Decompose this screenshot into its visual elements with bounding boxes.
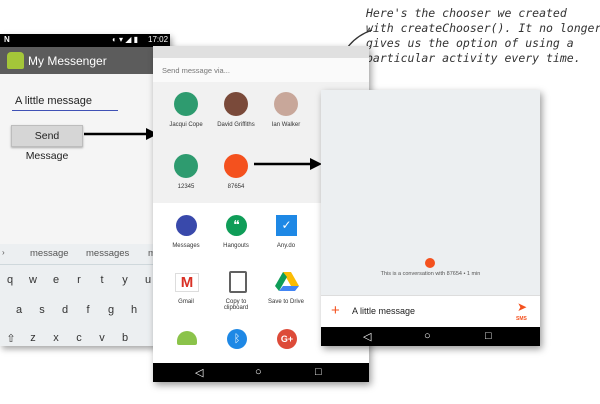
annotation-line: with createChooser(). It no longer <box>366 21 600 35</box>
home-icon[interactable]: ○ <box>424 330 431 342</box>
contact-avatar[interactable] <box>174 92 198 116</box>
message-input[interactable]: A little message <box>12 92 118 111</box>
send-icon[interactable]: ➤ <box>517 300 527 314</box>
key[interactable]: d <box>58 304 72 316</box>
android-icon <box>7 52 24 69</box>
key[interactable]: h <box>127 304 141 316</box>
key[interactable]: b <box>118 332 132 344</box>
gmail-icon[interactable]: M <box>175 273 199 292</box>
app-title: My Messenger <box>28 54 107 68</box>
drive-icon[interactable] <box>275 271 299 291</box>
app-label: Any.do <box>276 243 296 249</box>
key[interactable]: s <box>35 304 49 316</box>
annotation-line: particular activity every time. <box>366 51 581 65</box>
messages-icon[interactable] <box>176 215 197 236</box>
contact-name: 87654 <box>227 184 245 190</box>
status-time: 17:02 <box>148 35 169 44</box>
hangouts-icon[interactable]: ❝ <box>226 215 247 236</box>
phone-conversation: This is a conversation with 87654 • 1 mi… <box>321 90 540 346</box>
contact-name: Jacqui Cope <box>169 122 203 128</box>
flow-arrow <box>84 128 158 140</box>
annotation-line: Here's the chooser we created <box>366 6 567 20</box>
app-bar: My Messenger <box>0 47 170 74</box>
suggestion-item[interactable]: message <box>30 248 69 259</box>
compose-bar: + A little message ➤ SMS <box>321 295 540 328</box>
app-label: Messages <box>172 243 200 249</box>
contact-avatar[interactable] <box>274 92 298 116</box>
status-bar: N ◐ ▾ ◢ ▮ 17:02 <box>0 34 170 47</box>
contact-name: David Griffiths <box>217 122 255 128</box>
signal-icons: ◐ ▾ ◢ ▮ <box>112 35 139 44</box>
key[interactable]: g <box>104 304 118 316</box>
app-label: Copy to clipboard <box>223 299 249 311</box>
contact-name: 12345 <box>177 184 195 190</box>
keyboard: q w e r t y u a s d f g h ⇧ z x c v b <box>0 265 170 346</box>
google-plus-icon[interactable]: G+ <box>277 329 297 349</box>
key[interactable]: t <box>95 274 109 286</box>
key[interactable]: x <box>49 332 63 344</box>
contact-avatar[interactable] <box>174 154 198 178</box>
key[interactable]: f <box>81 304 95 316</box>
key[interactable]: w <box>26 274 40 286</box>
message-input-value: A little message <box>15 95 93 107</box>
nav-bar: ◁ ○ □ <box>153 363 369 382</box>
send-message-button[interactable]: Send Message <box>11 125 83 162</box>
key[interactable]: e <box>49 274 63 286</box>
contact-name: Ian Walker <box>271 122 301 128</box>
notification-icon: N <box>4 35 10 44</box>
conversation-info: This is a conversation with 87654 • 1 mi… <box>380 271 481 277</box>
app-label: Gmail <box>178 299 194 305</box>
annotation-text: Here's the chooser we created with creat… <box>366 6 600 66</box>
copy-icon[interactable] <box>229 271 247 293</box>
suggestion-item[interactable]: messages <box>86 248 129 259</box>
back-icon[interactable]: ◁ <box>195 366 203 379</box>
chooser-top-edge <box>153 46 369 58</box>
back-icon[interactable]: ◁ <box>363 330 371 343</box>
check-icon[interactable]: ✓ <box>276 215 297 236</box>
flow-arrow <box>254 158 322 170</box>
chooser-title: Send message via... <box>162 66 230 75</box>
compose-input[interactable]: A little message <box>352 306 415 316</box>
chevron-icon[interactable]: › <box>2 248 5 257</box>
conversation-avatar <box>425 258 435 268</box>
suggestion-strip: › message messages m <box>0 244 170 265</box>
send-sms-label[interactable]: SMS <box>516 316 527 322</box>
contact-avatar[interactable] <box>224 92 248 116</box>
phone-my-messenger: N ◐ ▾ ◢ ▮ 17:02 My Messenger A little me… <box>0 34 170 346</box>
key[interactable]: c <box>72 332 86 344</box>
add-icon[interactable]: + <box>331 302 340 319</box>
key[interactable]: y <box>118 274 132 286</box>
key[interactable]: q <box>3 274 17 286</box>
bluetooth-icon[interactable]: ᛒ <box>227 329 247 349</box>
app-label: Hangouts <box>223 243 249 249</box>
recents-icon[interactable]: □ <box>315 366 322 378</box>
home-icon[interactable]: ○ <box>255 366 262 378</box>
shift-key-icon[interactable]: ⇧ <box>4 332 18 345</box>
contact-avatar[interactable] <box>224 154 248 178</box>
key[interactable]: r <box>72 274 86 286</box>
app-label: Save to Drive <box>267 299 304 305</box>
chooser-header: Send message via... <box>153 58 369 82</box>
key[interactable]: a <box>12 304 26 316</box>
recents-icon[interactable]: □ <box>485 330 492 342</box>
annotation-line: gives us the option of using a <box>366 36 574 50</box>
nav-bar: ◁ ○ □ <box>321 327 540 346</box>
key[interactable]: v <box>95 332 109 344</box>
android-icon[interactable] <box>177 331 197 345</box>
key[interactable]: z <box>26 332 40 344</box>
